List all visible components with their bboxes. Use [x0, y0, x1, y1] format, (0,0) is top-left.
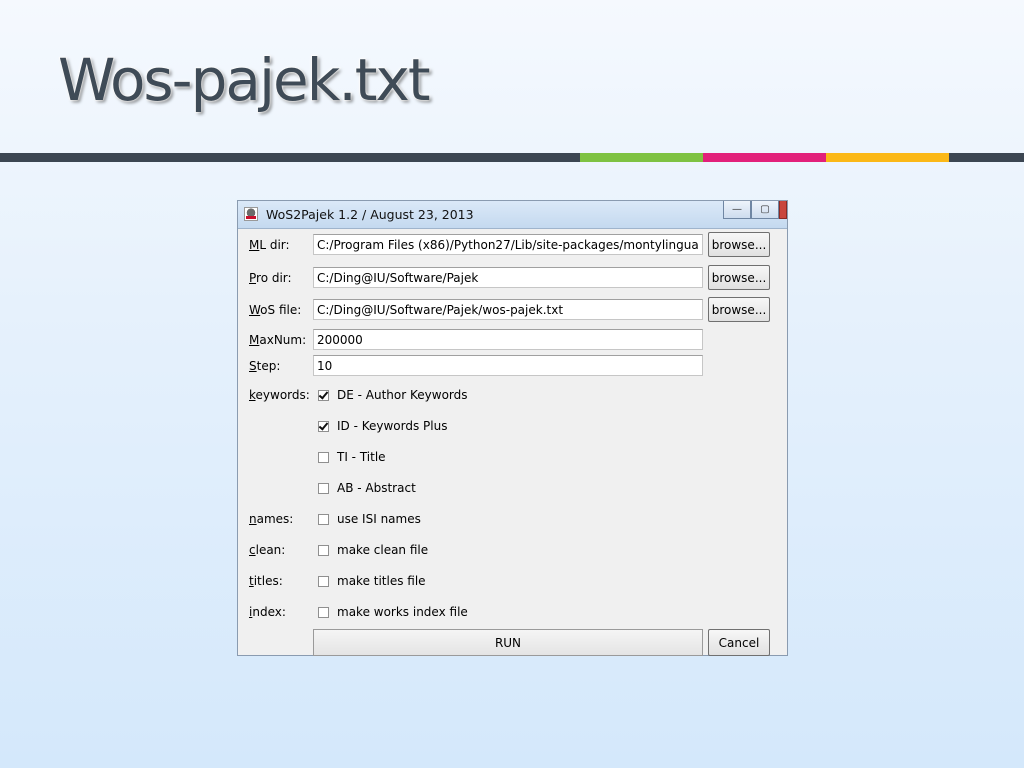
- checkbox-checked[interactable]: [318, 420, 329, 432]
- checkbox-unchecked[interactable]: [318, 482, 329, 494]
- header-band-dark: [0, 153, 580, 162]
- index-option[interactable]: make works index file: [318, 604, 468, 620]
- wos-file-browse-button[interactable]: browse...: [708, 297, 770, 322]
- titles-label: titles:: [249, 574, 283, 588]
- wos-file-input[interactable]: [313, 299, 703, 320]
- ml-dir-label: ML dir:: [249, 238, 290, 252]
- checkbox-unchecked[interactable]: [318, 513, 329, 525]
- maxnum-label: MaxNum:: [249, 333, 307, 347]
- keyword-option-id[interactable]: ID - Keywords Plus: [318, 418, 447, 434]
- checkbox-unchecked[interactable]: [318, 544, 329, 556]
- header-band-pink: [703, 153, 826, 162]
- keywords-label: keywords:: [249, 388, 310, 402]
- clean-option[interactable]: make clean file: [318, 542, 428, 558]
- keyword-option-ti[interactable]: TI - Title: [318, 449, 386, 465]
- step-label: Step:: [249, 359, 281, 373]
- wos-file-label: WoS file:: [249, 303, 302, 317]
- checkbox-unchecked[interactable]: [318, 606, 329, 618]
- pro-dir-browse-button[interactable]: browse...: [708, 265, 770, 290]
- ml-dir-input[interactable]: [313, 234, 703, 255]
- step-input[interactable]: [313, 355, 703, 376]
- names-label: names:: [249, 512, 294, 526]
- pro-dir-input[interactable]: [313, 267, 703, 288]
- maximize-icon[interactable]: ▢: [751, 201, 779, 219]
- titles-option[interactable]: make titles file: [318, 573, 426, 589]
- run-button[interactable]: RUN: [313, 629, 703, 656]
- clean-label: clean:: [249, 543, 286, 557]
- cancel-button[interactable]: Cancel: [708, 629, 770, 656]
- window-title: WoS2Pajek 1.2 / August 23, 2013: [266, 207, 474, 222]
- header-band-green: [580, 153, 703, 162]
- keyword-option-de[interactable]: DE - Author Keywords: [318, 387, 468, 403]
- minimize-icon[interactable]: —: [723, 201, 751, 219]
- ml-dir-browse-button[interactable]: browse...: [708, 232, 770, 257]
- index-label: index:: [249, 605, 286, 619]
- pajek-app-icon: [244, 207, 258, 221]
- keyword-option-ab[interactable]: AB - Abstract: [318, 480, 416, 496]
- close-icon[interactable]: [779, 201, 787, 219]
- wos2pajek-window: WoS2Pajek 1.2 / August 23, 2013 — ▢ ML d…: [237, 200, 788, 656]
- window-titlebar[interactable]: WoS2Pajek 1.2 / August 23, 2013 — ▢: [238, 201, 787, 229]
- checkbox-unchecked[interactable]: [318, 575, 329, 587]
- pro-dir-label: Pro dir:: [249, 271, 292, 285]
- names-option[interactable]: use ISI names: [318, 511, 421, 527]
- checkbox-unchecked[interactable]: [318, 451, 329, 463]
- checkbox-checked[interactable]: [318, 389, 329, 401]
- window-controls: — ▢: [723, 201, 787, 221]
- header-band-orange: [826, 153, 949, 162]
- slide-title: Wos-pajek.txt: [57, 45, 431, 115]
- maxnum-input[interactable]: [313, 329, 703, 350]
- header-band-dark-end: [949, 153, 1024, 162]
